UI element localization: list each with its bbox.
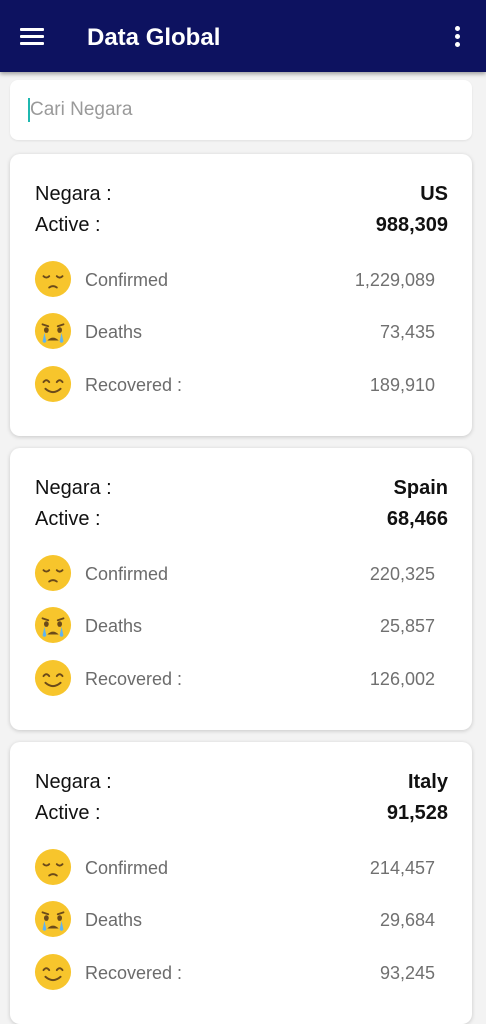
country-name: Spain <box>393 477 448 499</box>
search-input[interactable] <box>27 94 450 126</box>
confirmed-label: Confirmed <box>85 858 169 878</box>
deaths-label: Deaths <box>85 910 143 930</box>
pensive-face-icon <box>34 848 72 886</box>
page-title: Data Global <box>87 24 221 51</box>
recovered-value: 93,245 <box>379 963 435 983</box>
deaths-label: Deaths <box>85 616 143 636</box>
active-label: Active : <box>35 802 101 824</box>
country-name: US <box>420 183 448 205</box>
smiling-face-icon <box>34 659 72 697</box>
crying-face-icon <box>34 606 72 644</box>
confirmed-label: Confirmed <box>85 270 169 290</box>
search-box[interactable] <box>10 80 472 140</box>
crying-face-icon <box>34 900 72 938</box>
country-label: Negara : <box>35 183 112 205</box>
pensive-face-icon <box>34 260 72 298</box>
deaths-value: 25,857 <box>379 616 435 636</box>
crying-face-icon <box>34 312 72 350</box>
recovered-value: 189,910 <box>369 375 435 395</box>
deaths-value: 29,684 <box>379 910 435 930</box>
active-label: Active : <box>35 508 101 530</box>
active-label: Active : <box>35 214 101 236</box>
country-card[interactable]: Negara : Italy Active : 91,528 Confirmed… <box>10 742 472 1024</box>
active-value: 68,466 <box>386 508 448 530</box>
recovered-label: Recovered : <box>85 669 183 689</box>
app-bar: Data Global <box>0 0 486 72</box>
country-name: Italy <box>407 771 448 793</box>
recovered-value: 126,002 <box>369 669 435 689</box>
pensive-face-icon <box>34 554 72 592</box>
recovered-label: Recovered : <box>85 375 183 395</box>
country-label: Negara : <box>35 771 112 793</box>
more-options-icon[interactable] <box>454 26 462 48</box>
active-value: 988,309 <box>375 214 448 236</box>
confirmed-label: Confirmed <box>85 564 169 584</box>
deaths-value: 73,435 <box>379 322 435 342</box>
deaths-label: Deaths <box>85 322 143 342</box>
recovered-label: Recovered : <box>85 963 183 983</box>
active-value: 91,528 <box>386 802 448 824</box>
smiling-face-icon <box>34 953 72 991</box>
confirmed-value: 1,229,089 <box>354 270 435 290</box>
country-label: Negara : <box>35 477 112 499</box>
country-card[interactable]: Negara : US Active : 988,309 Confirmed 1… <box>10 154 472 436</box>
confirmed-value: 214,457 <box>369 858 435 878</box>
confirmed-value: 220,325 <box>369 564 435 584</box>
smiling-face-icon <box>34 365 72 403</box>
country-card[interactable]: Negara : Spain Active : 68,466 Confirmed… <box>10 448 472 730</box>
menu-icon[interactable] <box>20 28 44 46</box>
